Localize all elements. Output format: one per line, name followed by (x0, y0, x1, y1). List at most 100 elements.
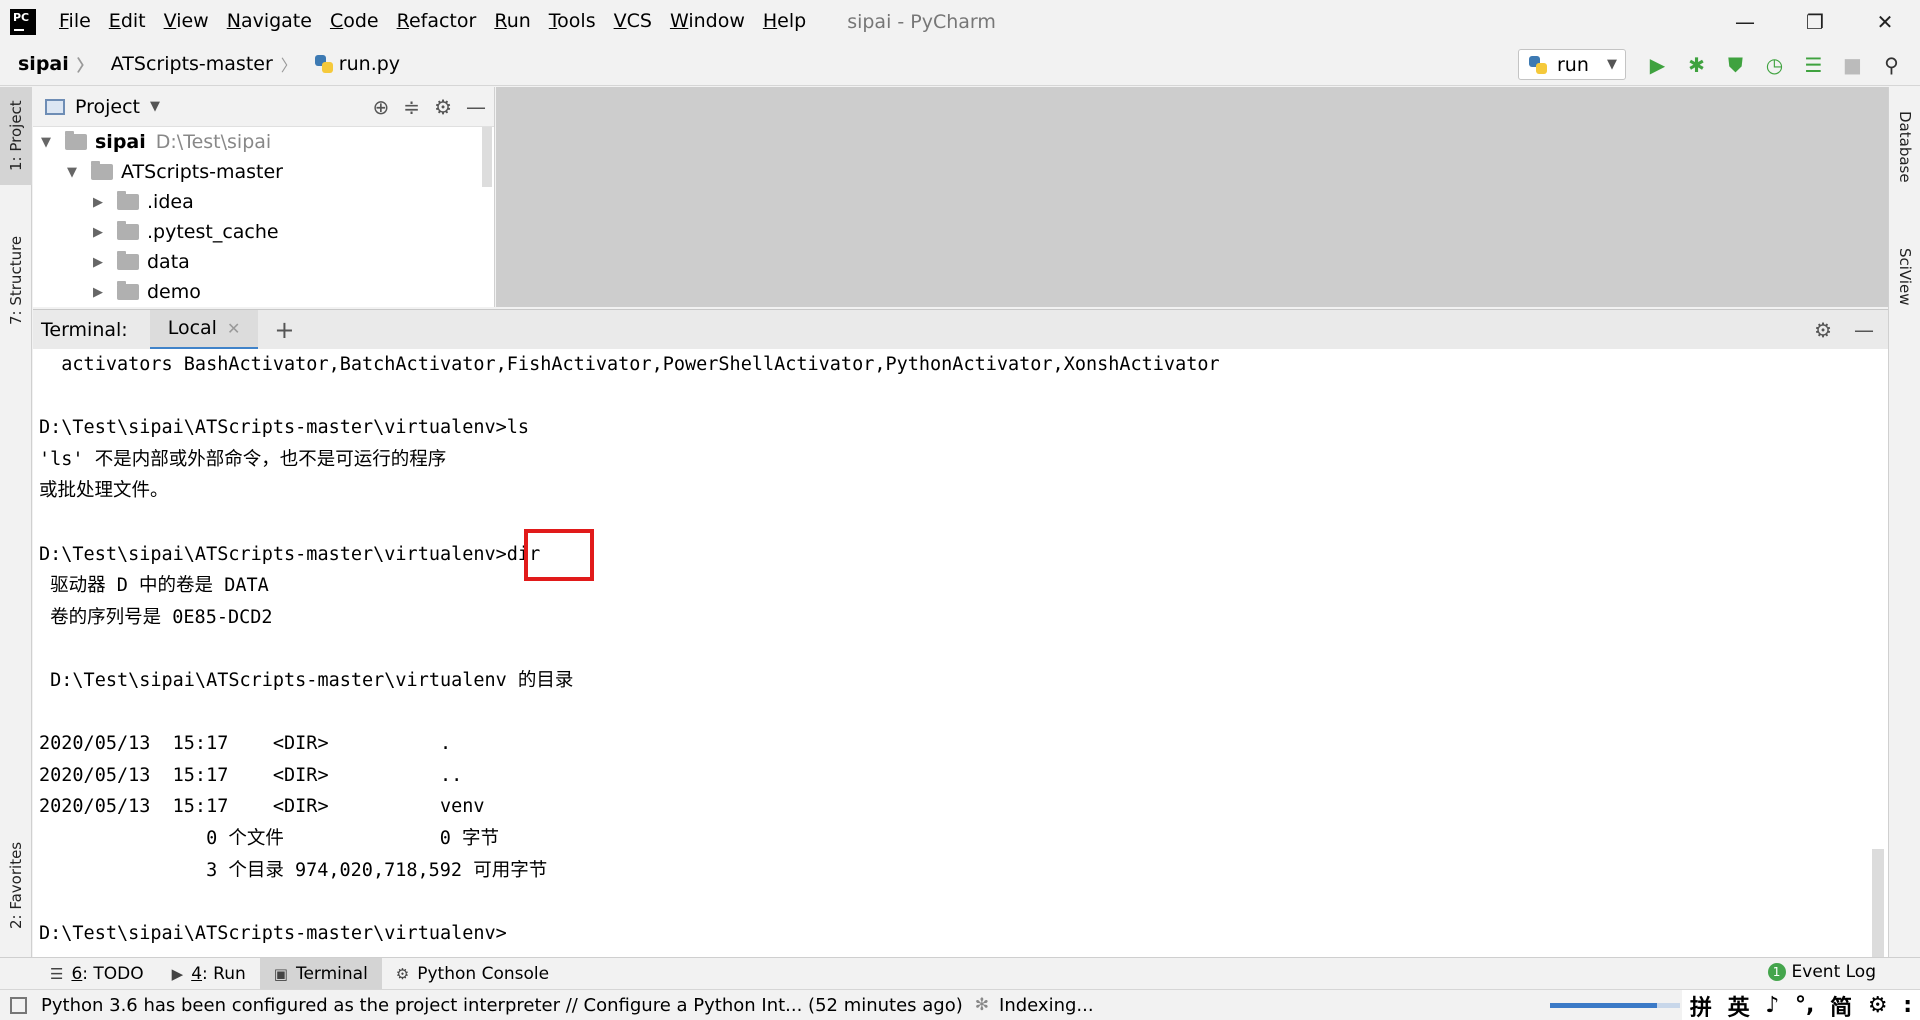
tool-tab-label: : Run (202, 963, 246, 984)
tree-item[interactable]: ▼ sipai D:\Test\sipai (33, 127, 494, 157)
navigation-bar: sipai 〉 ATScripts-master 〉 run.py run ▼ … (0, 43, 1920, 86)
menu-view[interactable]: View (155, 0, 218, 43)
gear-icon[interactable]: ⚙ (434, 95, 452, 119)
close-icon[interactable]: ✕ (227, 319, 240, 338)
add-terminal-icon[interactable]: + (274, 316, 294, 344)
project-tool-tab[interactable]: 1: Project (0, 87, 32, 185)
breadcrumb-folder[interactable]: ATScripts-master 〉 (93, 52, 297, 76)
restore-button[interactable]: ❐ (1780, 0, 1850, 43)
run-configuration-label: run (1557, 53, 1589, 76)
ime-button[interactable]: ♪ (1765, 993, 1779, 1018)
menu-refactor[interactable]: Refactor (388, 0, 486, 43)
locate-file-icon[interactable]: ⊕ (373, 95, 390, 119)
tree-item-name: .pytest_cache (147, 221, 279, 243)
collapse-all-icon[interactable]: ≑ (403, 95, 420, 119)
terminal-output[interactable]: activators BashActivator,BatchActivator,… (33, 349, 1888, 957)
concurrency-button[interactable]: ☰ (1800, 51, 1827, 78)
ime-button[interactable]: 简 (1830, 990, 1852, 1020)
run-configuration-select[interactable]: run ▼ (1518, 49, 1626, 80)
terminal-line: 2020/05/13 15:17 <DIR> venv (39, 796, 485, 818)
ime-button[interactable]: : (1903, 993, 1912, 1018)
tool-tab-icon: ☰ (50, 964, 64, 983)
structure-tool-tab[interactable]: 7: Structure (0, 225, 32, 335)
folder-icon (117, 281, 139, 300)
profile-button[interactable]: ◷ (1761, 51, 1788, 78)
chevron-down-icon[interactable]: ▼ (41, 135, 57, 150)
tool-tab-icon: ▶ (171, 964, 184, 983)
menu-run[interactable]: Run (485, 0, 539, 43)
favorites-tool-tab[interactable]: 2: Favorites (0, 825, 32, 945)
menu-window[interactable]: Window (661, 0, 754, 43)
python-icon (1529, 55, 1547, 74)
tool-tab-label: Python Console (417, 963, 550, 984)
menu-label-rest: avigate (240, 10, 312, 32)
terminal-tab-local[interactable]: Local ✕ (149, 309, 259, 350)
tool-tab-pythonconsole[interactable]: ⚙ Python Console (382, 958, 563, 990)
gear-icon[interactable]: ⚙ (1814, 318, 1832, 342)
menu-help[interactable]: Help (754, 0, 815, 43)
event-log-button[interactable]: 1 Event Log (1767, 962, 1876, 982)
toggle-tool-windows-icon[interactable] (10, 996, 27, 1014)
menu-file[interactable]: File (50, 0, 100, 43)
menu-tools[interactable]: Tools (540, 0, 605, 43)
tree-item[interactable]: ▶ data (33, 247, 494, 277)
sciview-tool-tab[interactable]: SciView (1889, 227, 1920, 327)
terminal-line: 2020/05/13 15:17 <DIR> .. (39, 764, 463, 786)
breadcrumb-file[interactable]: run.py (297, 53, 400, 75)
chevron-right-icon[interactable]: ▶ (93, 195, 109, 210)
breadcrumb-project[interactable]: sipai 〉 (0, 52, 93, 76)
breadcrumb-file-label: run.py (338, 53, 401, 75)
breadcrumb-project-label: sipai (18, 53, 69, 75)
tree-item-name: data (147, 251, 190, 273)
minimize-button[interactable]: — (1710, 0, 1780, 43)
chevron-right-icon[interactable]: ▶ (93, 225, 109, 240)
tree-item[interactable]: ▼ ATScripts-master (33, 157, 494, 187)
ime-button[interactable]: ⚙ (1868, 993, 1888, 1018)
ime-toolbar: 拼英 ♪ °, 简 ⚙: (1682, 990, 1920, 1020)
terminal-line: activators BashActivator,BatchActivator,… (39, 354, 1220, 375)
menu-mnemonic: H (762, 10, 778, 32)
indexing-progress[interactable] (1550, 1003, 1680, 1008)
close-button[interactable]: ✕ (1850, 0, 1920, 43)
indexing-status[interactable]: Indexing... (999, 995, 1094, 1016)
tool-tab-number: 4 (191, 963, 203, 984)
stop-button[interactable]: ■ (1839, 51, 1866, 78)
title-bar: PC File Edit View Navigate Code Refactor Run To… (0, 0, 1920, 43)
run-button[interactable]: ▶ (1644, 51, 1671, 78)
folder-icon (91, 161, 113, 180)
hide-panel-icon[interactable]: — (1854, 318, 1874, 342)
ime-button[interactable]: 拼 (1690, 990, 1712, 1020)
menu-code[interactable]: Code (321, 0, 388, 43)
terminal-line: 卷的序列号是 0E85-DCD2 (39, 606, 273, 628)
chevron-down-icon[interactable]: ▼ (150, 99, 160, 114)
ime-button[interactable]: °, (1795, 993, 1814, 1018)
tree-item[interactable]: ▶ demo (33, 277, 494, 307)
tree-item[interactable]: ▶ .idea (33, 187, 494, 217)
chevron-right-icon[interactable]: ▶ (93, 285, 109, 300)
tree-item[interactable]: ▶ .pytest_cache (33, 217, 494, 247)
event-log-badge: 1 (1767, 963, 1786, 981)
terminal-line: 2020/05/13 15:17 <DIR> . (39, 733, 452, 755)
chevron-down-icon[interactable]: ▼ (67, 165, 83, 180)
tool-tab-todo[interactable]: ☰ 6: TODO (36, 958, 158, 990)
hide-panel-icon[interactable]: — (466, 95, 486, 119)
menu-vcs[interactable]: VCS (605, 0, 661, 43)
menu-edit[interactable]: Edit (100, 0, 155, 43)
project-tree-scrollbar[interactable] (482, 127, 492, 187)
terminal-scrollbar[interactable] (1872, 849, 1884, 957)
indexing-progress-fill (1550, 1003, 1657, 1008)
database-tool-tab[interactable]: Database (1889, 97, 1920, 197)
tool-tab-terminal[interactable]: ▣ Terminal (259, 957, 382, 990)
status-message[interactable]: Python 3.6 has been configured as the pr… (41, 995, 963, 1016)
project-view-select[interactable]: Project (75, 96, 140, 118)
ime-button[interactable]: 英 (1728, 990, 1750, 1020)
menu-navigate[interactable]: Navigate (218, 0, 321, 43)
tool-tab-run[interactable]: ▶ 4: Run (158, 958, 260, 990)
search-icon[interactable]: ⚲ (1878, 51, 1905, 78)
event-log-label: Event Log (1791, 962, 1876, 982)
menu-mnemonic: T (548, 10, 558, 32)
chevron-right-icon[interactable]: ▶ (93, 255, 109, 270)
coverage-button[interactable]: ⛊ (1722, 51, 1749, 78)
menu-mnemonic: V (613, 10, 627, 32)
debug-button[interactable]: ✱ (1683, 51, 1710, 78)
